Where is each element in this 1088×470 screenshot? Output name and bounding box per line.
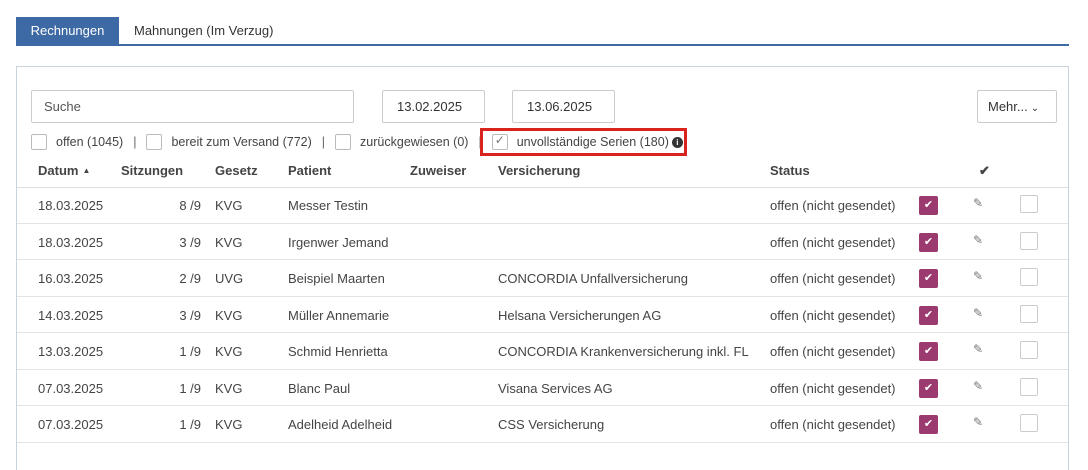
- column-header-datum[interactable]: Datum ▲: [38, 163, 90, 178]
- cell-status: offen (nicht gesendet): [770, 234, 896, 250]
- cell-versicherung: CONCORDIA Unfallversicherung: [498, 271, 689, 286]
- edit-icon[interactable]: ✎: [973, 269, 989, 285]
- column-header-patient[interactable]: Patient: [288, 163, 331, 178]
- highlight-box: [480, 128, 687, 156]
- cell-status: offen (nicht gesendet): [770, 380, 896, 396]
- cell-sitzungen: 1 /9: [179, 417, 201, 432]
- cell-patient: Irgenwer Jemand: [288, 234, 389, 250]
- chevron-down-icon: ⌄: [1030, 103, 1040, 114]
- cell-status: offen (nicht gesendet): [770, 271, 896, 286]
- cell-gesetz: KVG: [215, 417, 243, 432]
- table-row[interactable]: 07.03.2025 1 /9 KVG Adelheid Adelheid CSS Ve…: [17, 406, 1068, 443]
- column-header-sitzungen[interactable]: Sitzungen: [121, 163, 183, 178]
- filter-label-zurueckgewiesen: zurückgewiesen (0): [360, 135, 469, 149]
- cell-sitzungen: 3 /9: [179, 234, 201, 250]
- column-header-versicherung[interactable]: Versicherung: [498, 163, 580, 178]
- cell-patient: Messer Testin: [288, 198, 368, 213]
- row-checkbox[interactable]: [1020, 341, 1038, 359]
- cell-gesetz: KVG: [215, 198, 243, 213]
- row-checkbox[interactable]: [1020, 377, 1038, 396]
- cell-gesetz: KVG: [215, 344, 243, 359]
- column-header-check: ✔: [979, 163, 990, 178]
- check-mark-icon[interactable]: ✔: [919, 342, 938, 361]
- cell-datum: 14.03.2025: [38, 307, 104, 323]
- cell-status: offen (nicht gesendet): [770, 344, 896, 359]
- check-mark-icon[interactable]: ✔: [919, 196, 938, 215]
- edit-icon[interactable]: ✎: [973, 342, 989, 358]
- column-header-zuweiser[interactable]: Zuweiser: [410, 163, 466, 178]
- table-row[interactable]: 18.03.2025 8 /9 KVG Messer Testin offen (nic…: [17, 187, 1068, 224]
- row-checkbox[interactable]: [1020, 414, 1038, 432]
- check-mark-icon[interactable]: ✔: [919, 269, 938, 288]
- cell-status: offen (nicht gesendet): [770, 307, 896, 323]
- cell-datum: 18.03.2025: [38, 198, 104, 213]
- cell-gesetz: KVG: [215, 307, 243, 323]
- check-mark-icon[interactable]: ✔: [919, 232, 938, 252]
- cell-status: offen (nicht gesendet): [770, 417, 896, 432]
- edit-icon[interactable]: ✎: [973, 233, 989, 249]
- table-row[interactable]: 13.03.2025 1 /9 KVG Schmid Henrietta CONCORD…: [17, 333, 1068, 370]
- tab-bar: Rechnungen Mahnungen (Im Verzug): [16, 17, 1069, 46]
- filter-label-versand: bereit zum Versand (772): [171, 135, 312, 149]
- invoice-panel: Suche 13.02.2025 13.06.2025 Mehr... ⌄ off…: [16, 66, 1069, 470]
- filter-label-offen: offen (1045): [56, 135, 124, 149]
- cell-sitzungen: 1 /9: [179, 380, 201, 396]
- table-row[interactable]: 18.03.2025 3 /9 KVG Irgenwer Jemand offen (n…: [17, 224, 1068, 260]
- cell-datum: 18.03.2025: [38, 234, 104, 250]
- table-row[interactable]: 16.03.2025 2 /9 UVG Beispiel Maarten CONCORD…: [17, 260, 1068, 297]
- cell-sitzungen: 3 /9: [179, 307, 201, 323]
- filter-separator: |: [321, 135, 326, 149]
- cell-gesetz: UVG: [215, 271, 244, 286]
- cell-versicherung: Helsana Versicherungen AG: [498, 307, 662, 323]
- tab-rechnungen[interactable]: Rechnungen: [16, 17, 119, 44]
- sort-ascending-icon: ▲: [82, 166, 91, 175]
- filter-checkbox-offen[interactable]: [31, 134, 47, 150]
- row-checkbox[interactable]: [1020, 195, 1038, 213]
- column-header-gesetz[interactable]: Gesetz: [215, 163, 258, 178]
- row-checkbox[interactable]: [1020, 231, 1038, 250]
- check-mark-icon[interactable]: ✔: [919, 378, 938, 398]
- cell-datum: 16.03.2025: [38, 271, 104, 286]
- table-row[interactable]: 07.03.2025 1 /9 KVG Blanc Paul Visana Servic…: [17, 370, 1068, 406]
- cell-versicherung: CSS Versicherung: [498, 417, 605, 432]
- cell-datum: 13.03.2025: [38, 344, 104, 359]
- cell-status: offen (nicht gesendet): [770, 198, 896, 213]
- table-row[interactable]: 14.03.2025 3 /9 KVG Müller Annemarie Helsana…: [17, 297, 1068, 333]
- more-button[interactable]: Mehr... ⌄: [977, 90, 1057, 123]
- more-label: Mehr...: [988, 99, 1028, 114]
- cell-patient: Adelheid Adelheid: [288, 417, 393, 432]
- cell-sitzungen: 2 /9: [179, 271, 201, 286]
- cell-gesetz: KVG: [215, 234, 243, 250]
- cell-patient: Beispiel Maarten: [288, 271, 385, 286]
- cell-versicherung: CONCORDIA Krankenversicherung inkl. FL: [498, 344, 749, 359]
- row-checkbox[interactable]: [1020, 268, 1038, 286]
- check-mark-icon[interactable]: ✔: [919, 415, 938, 434]
- check-mark-icon[interactable]: ✔: [919, 305, 938, 325]
- filter-checkbox-versand[interactable]: [146, 134, 163, 150]
- cell-patient: Schmid Henrietta: [288, 344, 388, 359]
- edit-icon[interactable]: ✎: [973, 379, 989, 395]
- cell-versicherung: Visana Services AG: [498, 380, 613, 396]
- cell-datum: 07.03.2025: [38, 380, 104, 396]
- date-to-field[interactable]: 13.06.2025: [512, 90, 615, 123]
- cell-datum: 07.03.2025: [38, 417, 104, 432]
- column-header-status[interactable]: Status: [770, 163, 810, 178]
- edit-icon[interactable]: ✎: [973, 306, 989, 322]
- search-input[interactable]: Suche: [31, 90, 354, 123]
- date-from-field[interactable]: 13.02.2025: [382, 90, 485, 123]
- edit-icon[interactable]: ✎: [973, 415, 989, 431]
- cell-gesetz: KVG: [215, 380, 243, 396]
- tab-mahnungen[interactable]: Mahnungen (Im Verzug): [134, 17, 273, 44]
- edit-icon[interactable]: ✎: [973, 196, 989, 212]
- table-body: 18.03.2025 8 /9 KVG Messer Testin offen (nic…: [17, 187, 1068, 443]
- row-checkbox[interactable]: [1020, 304, 1038, 323]
- filter-checkbox-zurueckgewiesen[interactable]: [335, 134, 352, 150]
- cell-patient: Blanc Paul: [288, 380, 351, 396]
- cell-sitzungen: 8 /9: [179, 198, 201, 213]
- filter-separator: |: [133, 135, 137, 149]
- cell-patient: Müller Annemarie: [288, 307, 390, 323]
- cell-sitzungen: 1 /9: [179, 344, 201, 359]
- table-header: Datum ▲ Sitzungen Gesetz Patient Zuweiser…: [17, 159, 1068, 187]
